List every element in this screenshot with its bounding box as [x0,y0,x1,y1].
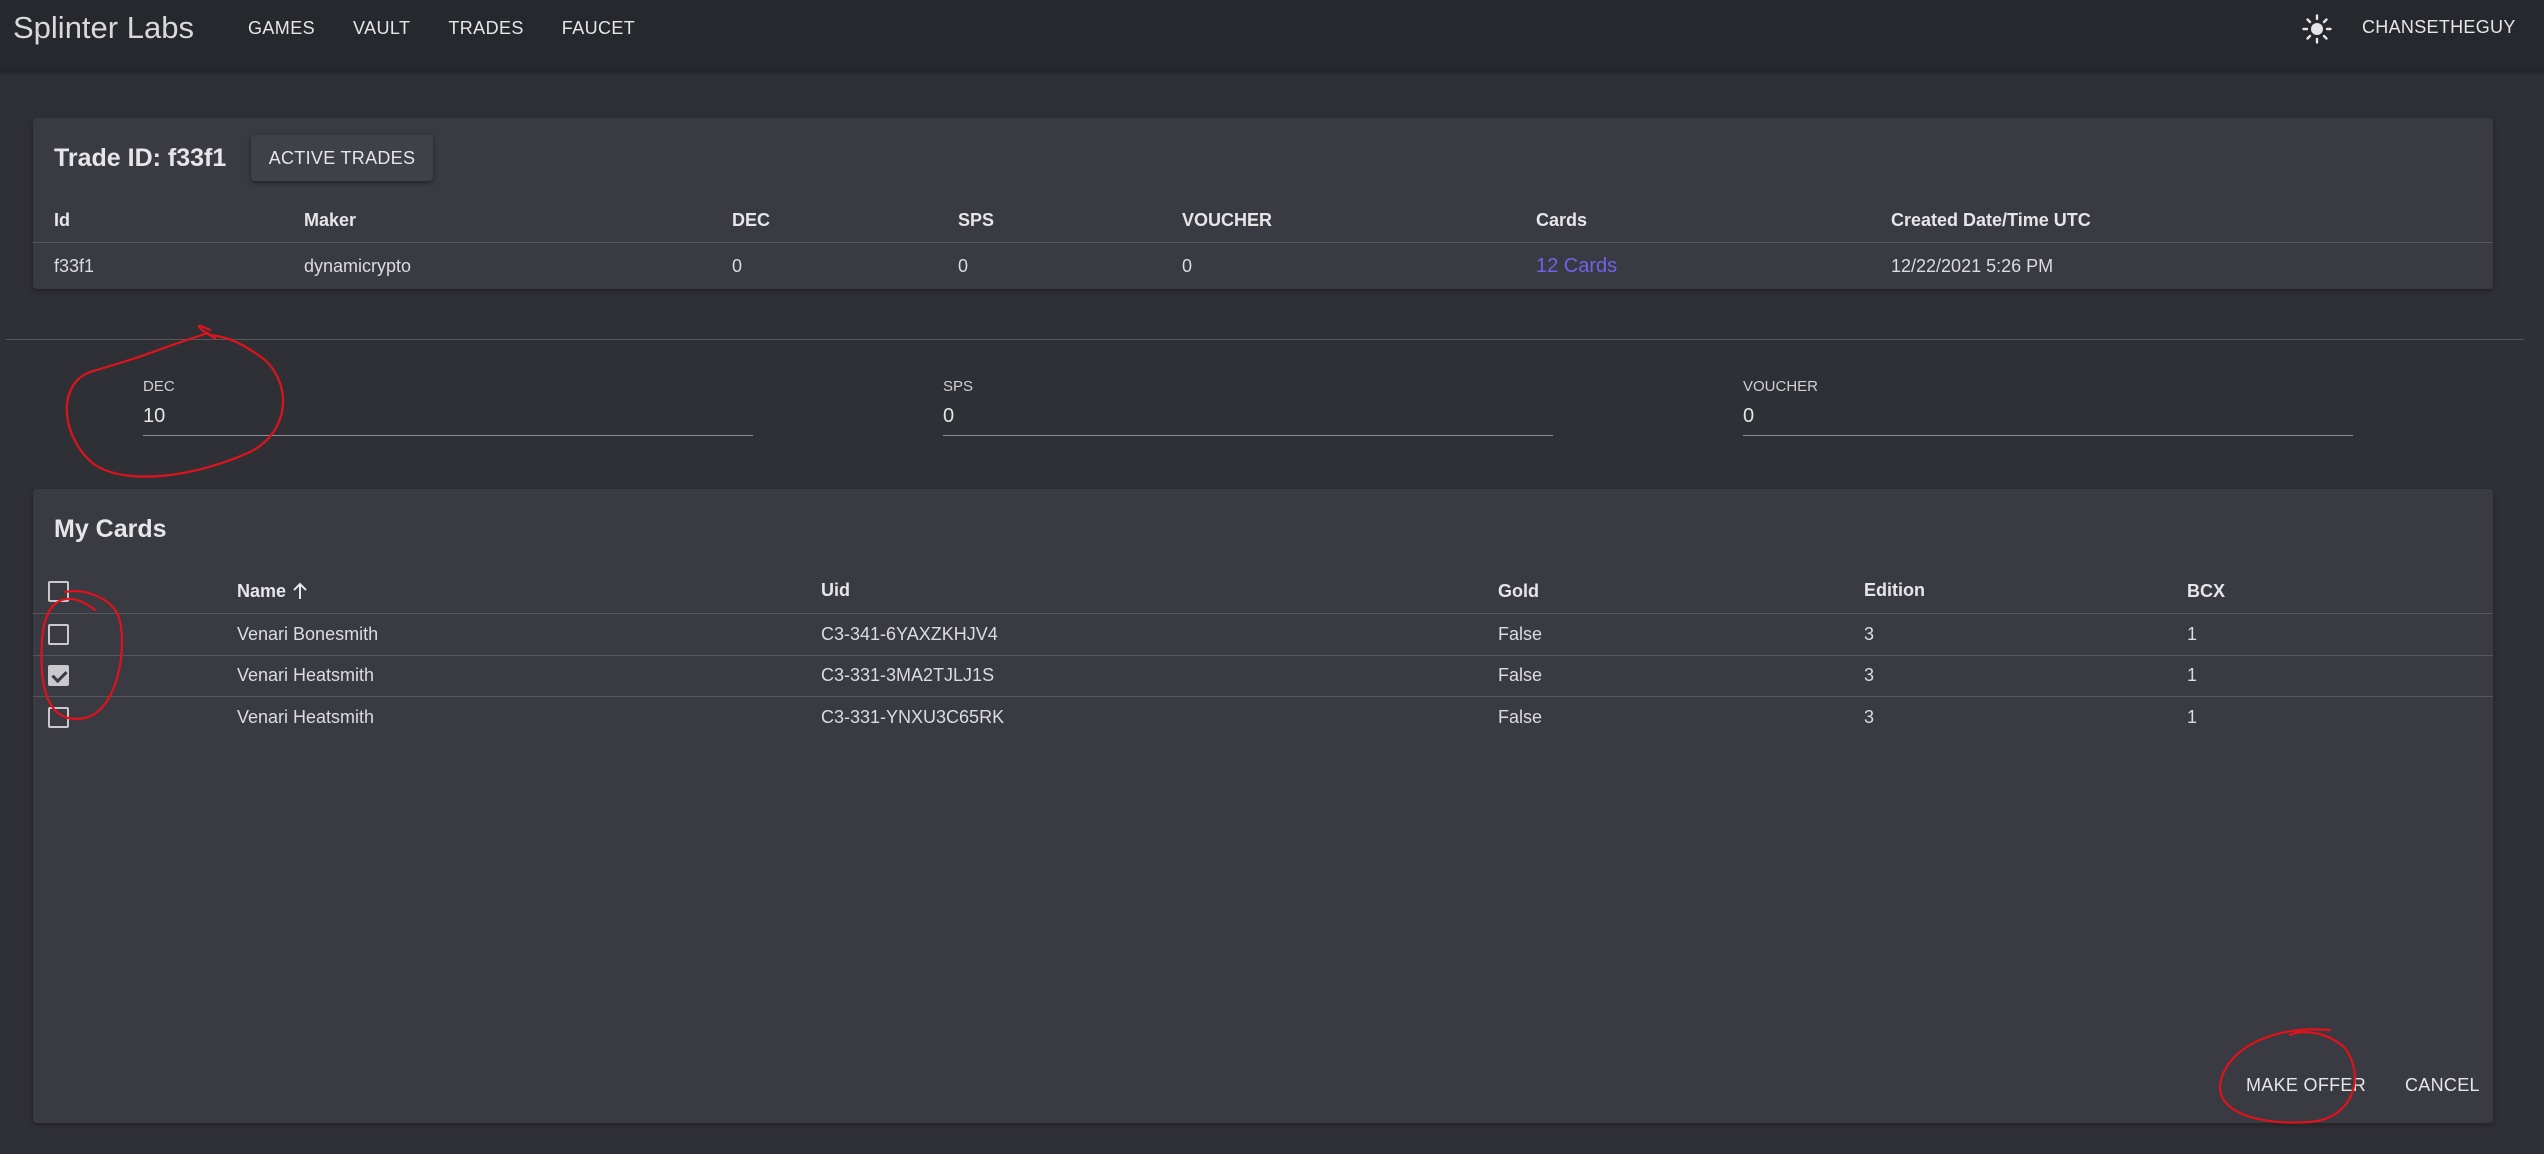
dec-input[interactable]: 10 [143,405,753,433]
arrow-up-icon[interactable] [292,582,308,600]
cell-name: Venari Bonesmith [237,624,379,644]
cell-bcx: 1 [2187,624,2198,644]
table-divider [33,613,2493,614]
cell-name: Venari Heatsmith [237,707,375,727]
cell-dec: 0 [732,256,743,276]
my-cards-title: My Cards [54,515,167,543]
sps-underline [943,435,1553,436]
sps-field[interactable]: SPS 0 [943,378,1553,436]
cards-link[interactable]: 12 Cards [1536,255,1617,278]
row-divider [33,655,2493,656]
trade-title: Trade ID: f33f1 [54,144,227,172]
col-header-bcx[interactable]: BCX [2187,581,2225,602]
row-checkbox[interactable] [48,624,69,645]
col-header-voucher: VOUCHER [1182,210,1273,230]
col-header-edition[interactable]: Edition [1864,580,1925,601]
cell-gold: False [1498,624,1543,644]
cell-name: Venari Heatsmith [237,665,375,685]
voucher-field-label: VOUCHER [1743,378,1819,395]
user-menu[interactable]: CHANSETHEGUY [2362,17,2516,38]
row-divider [33,696,2493,697]
dec-field-label: DEC [143,378,175,395]
trade-card: Trade ID: f33f1 ACTIVE TRADES Id Maker D… [33,118,2493,289]
nav-vault[interactable]: VAULT [353,17,410,39]
sun-icon[interactable] [2302,14,2332,44]
cell-bcx: 1 [2187,707,2198,727]
col-header-id: Id [54,210,70,230]
cell-maker: dynamicrypto [304,256,412,276]
select-all-checkbox[interactable] [48,581,69,602]
nav-faucet[interactable]: FAUCET [562,17,635,39]
cell-uid: C3-331-3MA2TJLJ1S [821,665,995,685]
col-header-gold[interactable]: Gold [1498,581,1539,602]
dec-field[interactable]: DEC 10 [143,378,753,436]
cell-uid: C3-331-YNXU3C65RK [821,707,1005,727]
sps-field-label: SPS [943,378,974,395]
cell-sps: 0 [958,256,969,276]
cell-created: 12/22/2021 5:26 PM [1891,256,2054,276]
cell-uid: C3-341-6YAXZKHJV4 [821,624,998,644]
cell-gold: False [1498,707,1543,727]
cell-edition: 3 [1864,707,1875,727]
cell-bcx: 1 [2187,665,2198,685]
col-header-created: Created Date/Time UTC [1891,210,2091,230]
app-bar: Splinter Labs GAMES VAULT TRADES FAUCET … [0,0,2544,70]
section-divider [6,339,2524,340]
cell-edition: 3 [1864,665,1875,685]
brand-title[interactable]: Splinter Labs [13,10,194,46]
col-header-dec: DEC [732,210,771,230]
active-trades-button[interactable]: ACTIVE TRADES [251,135,433,181]
cancel-button[interactable]: CANCEL [2405,1075,2480,1096]
row-checkbox[interactable] [48,665,69,686]
dec-underline [143,435,753,436]
main-nav: GAMES VAULT TRADES FAUCET [248,17,673,39]
cell-voucher: 0 [1182,256,1193,276]
cell-gold: False [1498,665,1543,685]
cell-id: f33f1 [54,256,95,276]
make-offer-button[interactable]: MAKE OFFER [2246,1075,2366,1096]
nav-games[interactable]: GAMES [248,17,315,39]
table-divider [33,242,2493,243]
nav-trades[interactable]: TRADES [448,17,523,39]
my-cards-card: My Cards Name Uid Gold Edition BCX Venar… [33,489,2493,1123]
sps-input[interactable]: 0 [943,405,1553,433]
voucher-underline [1743,435,2353,436]
col-header-cards: Cards [1536,210,1588,230]
cell-edition: 3 [1864,624,1875,644]
col-header-maker: Maker [304,210,357,230]
voucher-input[interactable]: 0 [1743,405,2353,433]
row-checkbox[interactable] [48,707,69,728]
col-header-sps: SPS [958,210,995,230]
col-header-uid[interactable]: Uid [821,580,850,601]
col-header-name[interactable]: Name [237,581,286,602]
voucher-field[interactable]: VOUCHER 0 [1743,378,2353,436]
